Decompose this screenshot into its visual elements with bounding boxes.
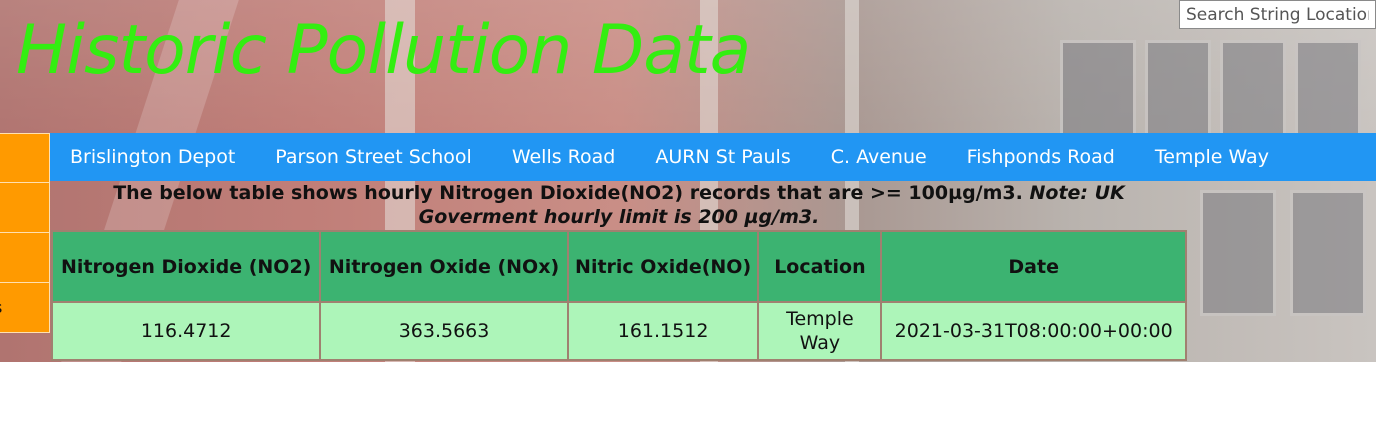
table-header-row: Nitrogen Dioxide (NO2) Nitrogen Oxide (N…	[50, 230, 1187, 303]
background-decoration	[1220, 40, 1286, 136]
sidebar-item[interactable]	[0, 183, 50, 233]
intro-description: The below table shows hourly Nitrogen Di…	[113, 182, 1023, 204]
nav-item-parson-street-school[interactable]: Parson Street School	[255, 133, 492, 181]
search-input[interactable]	[1179, 0, 1376, 29]
cell-location: Temple Way	[757, 301, 883, 361]
background-decoration	[1060, 40, 1136, 136]
cell-no2: 116.4712	[50, 301, 322, 361]
cell-no: 161.1512	[566, 301, 760, 361]
background-decoration	[1290, 190, 1366, 316]
sidebar-item[interactable]: s	[0, 283, 50, 333]
column-header-no: Nitric Oxide(NO)	[566, 230, 760, 303]
nav-item-c-avenue[interactable]: C. Avenue	[811, 133, 947, 181]
pollution-table: Nitrogen Dioxide (NO2) Nitrogen Oxide (N…	[50, 230, 1187, 361]
nav-item-wells-road[interactable]: Wells Road	[492, 133, 636, 181]
page-title: Historic Pollution Data	[16, 11, 751, 90]
intro-text: The below table shows hourly Nitrogen Di…	[52, 181, 1186, 229]
table-row: 116.4712 363.5663 161.1512 Temple Way 20…	[50, 301, 1187, 361]
nav-item-fishponds-road[interactable]: Fishponds Road	[947, 133, 1135, 181]
nav-item-brislington-depot[interactable]: Brislington Depot	[50, 133, 255, 181]
column-header-nox: Nitrogen Oxide (NOx)	[319, 230, 569, 303]
column-header-location: Location	[757, 230, 883, 303]
column-header-date: Date	[880, 230, 1187, 303]
background-decoration	[1145, 40, 1211, 136]
nav-item-aurn-st-pauls[interactable]: AURN St Pauls	[635, 133, 810, 181]
background-decoration	[1200, 190, 1276, 316]
nav-item-temple-way[interactable]: Temple Way	[1135, 133, 1289, 181]
station-nav: Brislington Depot Parson Street School W…	[50, 133, 1376, 181]
background-decoration	[1295, 40, 1361, 136]
sidebar-item[interactable]	[0, 233, 50, 283]
sidebar: s	[0, 133, 50, 333]
sidebar-item[interactable]	[0, 133, 50, 183]
cell-date: 2021-03-31T08:00:00+00:00	[880, 301, 1187, 361]
cell-nox: 363.5663	[319, 301, 569, 361]
column-header-no2: Nitrogen Dioxide (NO2)	[50, 230, 322, 303]
